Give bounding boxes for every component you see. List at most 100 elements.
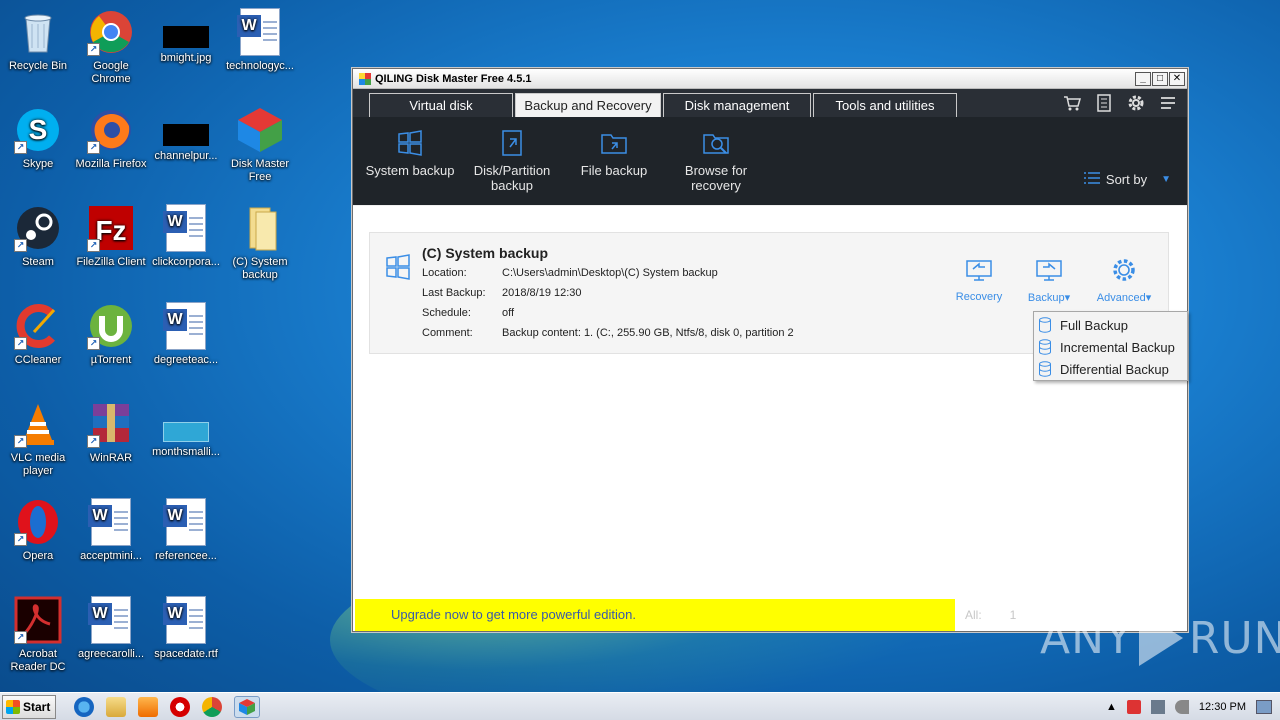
backup-menu-button[interactable]: Backup▾ — [1024, 257, 1074, 304]
desktop-icon-label: Skype — [22, 158, 54, 170]
desktop-icon-ccleaner[interactable]: ↗ CCleaner — [0, 302, 76, 367]
database-icon — [1038, 317, 1052, 333]
menu-icon[interactable] — [1159, 94, 1177, 117]
desktop-icon-label: Opera — [22, 550, 54, 562]
recovery-button[interactable]: Recovery — [954, 257, 1004, 304]
tab-tools-and-utilities[interactable]: Tools and utilities — [813, 93, 957, 117]
taskbar: Start ▲ 12:30 PM — [0, 692, 1280, 720]
shortcut-arrow-icon: ↗ — [87, 239, 100, 252]
advanced-menu-button[interactable]: Advanced▾ — [1094, 257, 1154, 304]
backup-task-title: (C) System backup — [422, 245, 549, 261]
desktop-icon-acrobat[interactable]: ↗ Acrobat Reader DC — [0, 596, 76, 674]
desktop-icon-label: Steam — [22, 256, 54, 268]
play-icon — [1138, 610, 1183, 666]
desktop-icon-image[interactable]: bmight.jpg — [148, 8, 224, 65]
recovery-label: Recovery — [955, 291, 1003, 303]
maximize-button[interactable]: □ — [1152, 71, 1168, 86]
browse-for-recovery-button[interactable]: Browse for recovery — [665, 129, 767, 193]
internet-explorer-icon[interactable] — [74, 696, 94, 717]
desktop-icon-winrar[interactable]: ↗ WinRAR — [73, 400, 149, 465]
desktop-icon-folder[interactable]: (C) System backup — [222, 204, 298, 282]
disk-master-taskbar-icon[interactable] — [234, 695, 260, 718]
desktop-icon-utorrent[interactable]: ↗ µTorrent — [73, 302, 149, 367]
action-center-icon[interactable] — [1126, 699, 1141, 714]
tray-expand-icon[interactable]: ▲ — [1106, 701, 1117, 713]
desktop-icon-label: WinRAR — [89, 452, 133, 464]
desktop-icon-image[interactable]: monthsmalli... — [148, 400, 224, 459]
all-count: 1 — [1009, 608, 1017, 622]
menu-item-incremental-backup[interactable]: Incremental Backup — [1034, 336, 1187, 358]
desktop-icon-opera[interactable]: ↗ Opera — [0, 498, 76, 563]
cart-icon[interactable] — [1063, 94, 1081, 117]
upgrade-banner[interactable]: Upgrade now to get more powerful edition… — [355, 599, 955, 631]
system-backup-button[interactable]: System backup — [359, 129, 461, 178]
close-button[interactable]: ✕ — [1169, 71, 1185, 86]
firefox-icon: ↗ — [87, 106, 135, 154]
show-desktop-icon[interactable] — [1256, 699, 1272, 714]
shortcut-arrow-icon: ↗ — [14, 239, 27, 252]
minimize-button[interactable]: _ — [1135, 71, 1151, 86]
gear-icon — [1109, 257, 1139, 283]
settings-gear-icon[interactable] — [1127, 94, 1145, 117]
network-icon[interactable] — [1150, 699, 1165, 714]
sort-by-dropdown[interactable]: Sort by ▼ — [1083, 171, 1171, 188]
desktop-icon-doc[interactable]: degreeteac... — [148, 302, 224, 367]
desktop-icon-label: monthsmalli... — [152, 446, 220, 458]
image-file-icon — [163, 26, 209, 48]
media-player-icon[interactable] — [138, 696, 158, 717]
word-doc-icon — [163, 302, 206, 350]
browse-recovery-icon — [702, 129, 730, 157]
app-logo-icon — [359, 72, 371, 85]
desktop-icon-firefox[interactable]: ↗ Mozilla Firefox — [73, 106, 149, 171]
filezilla-icon: Fz ↗ — [87, 204, 135, 252]
explorer-folder-icon[interactable] — [106, 696, 126, 717]
chrome-taskbar-icon[interactable] — [202, 696, 222, 717]
last-backup-value: 2018/8/19 12:30 — [502, 287, 582, 299]
shortcut-arrow-icon: ↗ — [14, 631, 27, 644]
desktop-icon-doc[interactable]: spacedate.rtf — [148, 596, 224, 661]
file-backup-button[interactable]: File backup — [563, 129, 665, 178]
word-doc-icon — [163, 596, 206, 644]
desktop-icon-doc[interactable]: agreecarolli... — [73, 596, 149, 661]
word-doc-icon — [163, 204, 206, 252]
desktop-icon-doc[interactable]: technologyc... — [222, 8, 298, 73]
opera-taskbar-icon[interactable] — [170, 696, 190, 717]
desktop-icon-label: spacedate.rtf — [154, 648, 218, 660]
winrar-icon: ↗ — [87, 400, 135, 448]
backup-label: Backup▾ — [1027, 292, 1071, 304]
menu-item-full-backup[interactable]: Full Backup — [1034, 314, 1187, 336]
advanced-label: Advanced▾ — [1096, 292, 1152, 304]
tab-disk-management[interactable]: Disk management — [663, 93, 811, 117]
location-row: Location: C:\Users\admin\Desktop\(C) Sys… — [422, 267, 718, 279]
desktop-icon-disk-master[interactable]: Disk Master Free — [222, 106, 298, 184]
desktop-icon-skype[interactable]: S ↗ Skype — [0, 106, 76, 171]
start-button[interactable]: Start — [2, 694, 56, 719]
desktop-icon-doc[interactable]: clickcorpora... — [148, 204, 224, 269]
volume-icon[interactable] — [1174, 699, 1189, 714]
tab-backup-and-recovery[interactable]: Backup and Recovery — [515, 93, 661, 117]
window-titlebar[interactable]: QILING Disk Master Free 4.5.1 _ □ ✕ — [353, 69, 1187, 89]
desktop-icon-steam[interactable]: ↗ Steam — [0, 204, 76, 269]
disk-partition-backup-button[interactable]: Disk/Partition backup — [461, 129, 563, 193]
window-title: QILING Disk Master Free 4.5.1 — [375, 72, 532, 85]
desktop-icon-doc[interactable]: acceptmini... — [73, 498, 149, 563]
menu-item-differential-backup[interactable]: Differential Backup — [1034, 358, 1187, 380]
desktop-icon-label: CCleaner — [14, 354, 62, 366]
log-list-icon[interactable] — [1095, 94, 1113, 117]
tool-label: Disk/Partition backup — [473, 163, 551, 193]
tab-virtual-disk[interactable]: Virtual disk — [369, 93, 513, 117]
desktop-icon-vlc[interactable]: ↗ VLC media player — [0, 400, 76, 478]
shortcut-arrow-icon: ↗ — [14, 337, 27, 350]
desktop-icon-label: Disk Master Free — [230, 158, 290, 183]
sort-by-label: Sort by — [1105, 172, 1148, 187]
clock[interactable]: 12:30 PM — [1199, 701, 1246, 713]
chrome-icon: ↗ — [87, 8, 135, 56]
shortcut-arrow-icon: ↗ — [14, 435, 27, 448]
desktop-icon-image[interactable]: channelpur... — [148, 106, 224, 163]
desktop-icon-label: Google Chrome — [91, 60, 131, 85]
desktop-icon-recycle-bin[interactable]: Recycle Bin — [0, 8, 76, 73]
desktop-icon-doc[interactable]: referencee... — [148, 498, 224, 563]
windows-flag-icon — [6, 699, 20, 714]
desktop-icon-filezilla[interactable]: Fz ↗ FileZilla Client — [73, 204, 149, 269]
desktop-icon-chrome[interactable]: ↗ Google Chrome — [73, 8, 149, 86]
